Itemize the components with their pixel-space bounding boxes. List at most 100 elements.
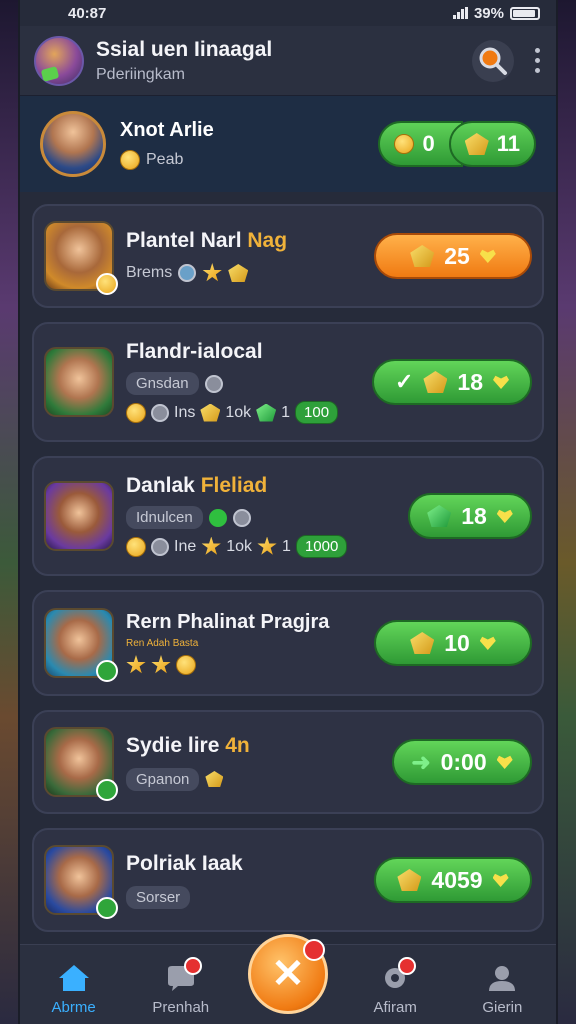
wallet-gems-button[interactable]: 11 (448, 121, 536, 167)
reward-button[interactable]: ✓ 18 (372, 359, 532, 405)
coin-icon (176, 655, 196, 675)
status-time: 40:87 (68, 4, 107, 22)
profile-sub-label: Peab (146, 150, 184, 168)
nav-second-label: Prenhah (152, 999, 210, 1016)
app-title: Ssial uen Iinaagal (96, 37, 273, 61)
coin-icon (120, 149, 140, 170)
card-tag: Ren Adah Basta (126, 638, 199, 649)
silver-coin-icon (151, 403, 169, 422)
search-icon (479, 47, 507, 75)
coin-icon (394, 134, 415, 154)
heart-icon (492, 873, 509, 887)
wallet: 0 11 (378, 121, 536, 167)
stat-b: 1ok (225, 403, 252, 421)
card-title: Plantel Narl Nag (126, 229, 288, 252)
user-icon (489, 966, 516, 991)
reward-value: 18 (461, 502, 487, 529)
stat-pill: 1000 (295, 535, 348, 558)
profile-name: Xnot Arlie (120, 118, 214, 141)
app-subtitle: Pderiingkam (96, 65, 185, 83)
gem-icon (205, 771, 224, 787)
stat-pill: 100 (295, 401, 339, 424)
coin-icon (126, 402, 146, 423)
reward-value: 18 (457, 368, 484, 395)
heart-icon (479, 249, 496, 263)
card-tag: Gpanon (126, 767, 200, 791)
app-logo[interactable] (34, 35, 84, 86)
stat-a: Ine (174, 537, 197, 555)
reward-value: 25 (444, 242, 470, 269)
search-button[interactable] (472, 39, 514, 82)
reward-value: 4059 (431, 866, 483, 893)
close-icon: ✕ (271, 952, 305, 996)
key-icon (178, 264, 197, 282)
app-header: Ssial uen Iinaagal Pderiingkam (20, 26, 556, 96)
nav-fifth-label: Gierin (482, 999, 523, 1016)
wallet-coins-value: 0 (422, 131, 435, 156)
card-title: Sydie lire 4n (126, 733, 250, 757)
stat-b: 1ok (226, 537, 253, 555)
reward-button[interactable]: 25 (374, 233, 532, 279)
list-item[interactable]: Flandr-ialocal Gnsdan Ins 1ok 1 100 ✓ 18 (32, 322, 544, 442)
reward-button[interactable]: 4059 (374, 857, 532, 903)
list-item[interactable]: Danlak Fleliad Idnulcen Ine 1ok 1 1000 1… (32, 456, 544, 576)
gem-icon (423, 371, 448, 393)
reward-button[interactable]: 10 (374, 620, 532, 666)
list-item[interactable]: Plantel Narl Nag Brems 25 (32, 204, 544, 308)
stat-c: 1 (282, 537, 291, 555)
download-badge-icon (96, 897, 118, 919)
card-title: Flandr-ialocal (126, 340, 263, 363)
character-avatar (44, 727, 118, 801)
nav-fifth[interactable]: Gierin (457, 963, 547, 1016)
notification-badge (398, 957, 417, 975)
list-item[interactable]: Rern Phalinat Pragjra Ren Adah Basta 10 (32, 590, 544, 696)
stat-a: Ins (174, 403, 196, 421)
star-icon (151, 655, 171, 674)
list-item[interactable]: Sydie lire 4n Gpanon ➜ 0:00 (32, 710, 544, 814)
nav-fourth[interactable]: Afiram (350, 957, 440, 1016)
reward-button[interactable]: 18 (408, 493, 532, 539)
gem-icon (410, 245, 435, 267)
card-tag: Gnsdan (126, 372, 199, 395)
bottom-nav: Abrme Prenhah Afiram Gierin ✕ (20, 934, 556, 1024)
card-tag: Sorser (126, 885, 191, 909)
nav-home-label: Abrme (51, 999, 96, 1016)
gem-icon (200, 403, 221, 422)
nav-home[interactable]: Abrme (29, 963, 119, 1016)
signal-icon (452, 7, 468, 19)
profile-avatar (40, 111, 106, 177)
heart-icon (496, 755, 513, 769)
heart-icon (493, 375, 510, 389)
potion-icon (208, 508, 227, 527)
check-icon: ✓ (394, 369, 414, 394)
gem-icon (464, 133, 489, 155)
settings-icon (204, 374, 223, 393)
heart-icon (496, 509, 513, 523)
character-avatar (44, 845, 118, 919)
character-avatar (44, 481, 114, 551)
gem-icon (228, 264, 249, 282)
reward-button[interactable]: ➜ 0:00 (392, 739, 532, 785)
settings-icon (232, 508, 251, 527)
list-item[interactable]: Polriak Iaak Sorser 4059 (32, 828, 544, 932)
download-badge-icon (96, 779, 118, 801)
battery-icon (510, 6, 540, 20)
coin-badge-icon (96, 273, 118, 295)
emerald-icon (427, 505, 452, 527)
notification-badge (183, 957, 202, 975)
app-screen: 40:87 39% Ssial uen Iinaagal Pderiingkam… (18, 0, 558, 1024)
home-icon (58, 965, 89, 991)
nav-second[interactable]: Prenhah (136, 957, 226, 1016)
more-options-button[interactable] (532, 48, 542, 73)
star-icon (201, 536, 221, 555)
reward-value: 10 (444, 629, 470, 656)
mission-list: Plantel Narl Nag Brems 25 Flandr-ialocal (20, 192, 556, 932)
nav-fourth-label: Afiram (373, 999, 417, 1016)
profile-row[interactable]: Xnot Arlie Peab 0 11 (20, 96, 556, 192)
gem-icon (397, 869, 422, 891)
notification-badge (303, 939, 325, 961)
star-icon (126, 655, 146, 674)
stat-c: 1 (281, 403, 291, 421)
center-action-button[interactable]: ✕ (248, 934, 328, 1014)
coin-icon (126, 536, 146, 557)
